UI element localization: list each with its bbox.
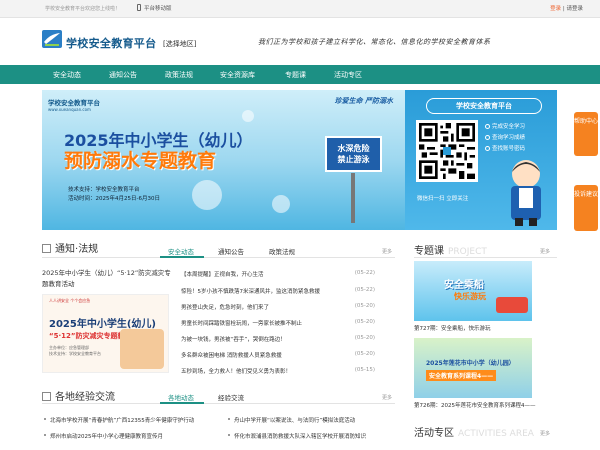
list-item[interactable]: 男孩登山失足，危急时刻，他们来了 (05-20) [181, 303, 375, 313]
boat-illustration [496, 297, 528, 313]
sign-post [351, 173, 355, 223]
notice-headline[interactable]: 2025年中小学生（幼儿）“5·12”防灾减灾专题教育活动 [42, 268, 172, 290]
logo-icon[interactable] [42, 30, 62, 48]
topic-caption[interactable]: 第727期：安全乘船，快乐游玩 [414, 324, 491, 332]
check-icon [485, 124, 490, 129]
main-nav: 安全动态 通知公告 政策法规 安全资源库 专题课 活动专区 [0, 65, 600, 84]
auth-links: 登录 | 请登录 [550, 4, 583, 12]
notice-section-title: 通知·法规 [42, 240, 98, 255]
hero-banner[interactable]: 学校安全教育平台 www.xueanquan.com 珍爱生命 严防溺水 2025… [42, 90, 405, 230]
tab-experience[interactable]: 经验交流 [218, 392, 244, 402]
activity-section-title: 活动专区 ACTIVITIES AREA [414, 428, 534, 439]
tab-notices[interactable]: 通知公告 [218, 246, 244, 256]
help-center-tab[interactable]: 帮助中心 [574, 112, 598, 156]
nav-activities[interactable]: 活动专区 [334, 70, 362, 80]
list-item[interactable]: 北海市学校开展“青春护航”广西12355青少年健康守护行动 [44, 416, 194, 424]
card-subtitle: 安全教育系列课程4—— [426, 370, 497, 381]
banner-slogan: 珍爱生命 严防溺水 [334, 97, 393, 105]
check-icon [485, 135, 490, 140]
wechat-panel: 学校安全教育平台 完成安全学习 查询学习成绩 查找账号密码 微信扫一扫 立即关注 [405, 90, 557, 230]
list-item[interactable]: 多名群众被困电梯 消防救援人员紧急救援 (05-20) [181, 351, 375, 361]
feature-item: 查找账号密码 [485, 144, 525, 155]
divider [414, 257, 557, 258]
list-item[interactable]: 郑州市启动2025年中小学心理健康教育宣传月 [44, 432, 163, 440]
phone-icon [137, 4, 141, 11]
nav-safety-news[interactable]: 安全动态 [53, 70, 81, 80]
warning-sign: 水深危险 禁止游泳 [325, 136, 382, 172]
active-tab-underline [160, 256, 204, 258]
exchange-icon [42, 392, 51, 401]
bullet [44, 434, 46, 436]
notice-icon [42, 244, 51, 253]
poster-title: 2025年中小学生(幼儿) [49, 319, 156, 330]
nav-resources[interactable]: 安全资源库 [220, 70, 255, 80]
bullet [228, 434, 230, 436]
tab-safety-news[interactable]: 安全动态 [168, 246, 194, 256]
separator: | [562, 6, 565, 12]
scan-hint: 微信扫一扫 立即关注 [417, 196, 469, 202]
login-link[interactable]: 登录 [550, 6, 561, 12]
tab-policies[interactable]: 政策法规 [269, 246, 295, 256]
bubble-decoration [272, 195, 290, 213]
list-item[interactable]: 舟山中学开展“以案说法、与法同行”模拟法庭活动 [228, 416, 355, 424]
card-subtitle: 快乐游玩 [454, 292, 486, 301]
nav-topics[interactable]: 专题课 [285, 70, 306, 80]
bullet [44, 418, 46, 420]
notice-more-link[interactable]: 更多 [382, 248, 392, 255]
banner-logo: 学校安全教育平台 www.xueanquan.com [48, 99, 100, 112]
exchange-section-title: 各地经验交流 [42, 388, 115, 403]
card-title: 2025年莲花市中小学（幼儿园） [426, 360, 515, 367]
register-link[interactable]: 请登录 [566, 6, 583, 12]
exchange-more-link[interactable]: 更多 [382, 394, 392, 401]
qr-code [416, 120, 478, 182]
mobile-version-link[interactable]: 平台移动版 [137, 4, 172, 12]
check-icon [485, 146, 490, 151]
feature-item: 完成安全学习 [485, 122, 525, 133]
banner-subtitle: 预防溺水专题教育 [64, 150, 217, 172]
feature-item: 查询学习成绩 [485, 133, 525, 144]
header-slogan: 我们正为学校和孩子建立科学化、常态化、信息化的学校安全教育体系 [258, 38, 491, 46]
poster-details: 主办单位：应急管理部 技术支持：学校安全教育平台 [49, 345, 101, 356]
panel-title: 学校安全教育平台 [426, 98, 542, 114]
list-item[interactable]: 男童长时间踩踏铁窗栓玩闹，一旁家长被推不制止 (05-20) [181, 319, 375, 329]
activity-more-link[interactable]: 更多 [540, 430, 550, 437]
topic-caption[interactable]: 第726期：2025年莲花市安全教育系列课程4—— [414, 401, 536, 409]
active-tab-underline [160, 402, 204, 404]
bubble-decoration [192, 180, 222, 210]
nav-policies[interactable]: 政策法规 [165, 70, 193, 80]
mascot-illustration [511, 160, 541, 226]
card-title: 安全乘船 [444, 280, 484, 291]
feedback-tab[interactable]: 投诉建议 [574, 185, 598, 231]
list-item[interactable]: 五秒到场，全力救人！他们受见义勇为表彰！ (05-15) [181, 367, 375, 377]
poster-illustration [120, 329, 164, 369]
site-logo-text[interactable]: 学校安全教育平台 [66, 35, 156, 51]
notice-poster[interactable]: 人人讲安全 个个会应急 2025年中小学生(幼儿) “5·12”防灾减灾专题教育… [42, 294, 169, 373]
banner-info: 技术支持：学校安全教育平台 活动时间：2025年4月25日-6月30日 [68, 187, 160, 202]
feature-list: 完成安全学习 查询学习成绩 查找账号密码 [485, 122, 525, 155]
bullet [228, 418, 230, 420]
list-item[interactable]: 【本周提醒】正视自我，开心生活 (05-22) [181, 270, 375, 280]
poster-tagline: 人人讲安全 个个会应急 [49, 298, 91, 303]
topic-section-title: 专题课 PROJECT [414, 246, 487, 257]
top-bar: 学校安全教育平台欢迎您上线啦！ 平台移动版 登录 | 请登录 [0, 0, 600, 18]
bubble-decoration [242, 110, 254, 122]
welcome-text: 学校安全教育平台欢迎您上线啦！ [45, 6, 121, 12]
divider [42, 403, 395, 404]
topic-card-2[interactable]: 2025年莲花市中小学（幼儿园） 安全教育系列课程4—— [414, 338, 532, 398]
region-selector[interactable]: [选择地区] [163, 39, 196, 49]
tab-local-news[interactable]: 各地动态 [168, 392, 194, 402]
topic-card-1[interactable]: 安全乘船 快乐游玩 [414, 261, 532, 321]
nav-notices[interactable]: 通知公告 [109, 70, 137, 80]
list-item[interactable]: 怀化市溆浦县消防救援大队深入辖区学校开展消防知识 [228, 432, 366, 440]
list-item[interactable]: 为被一块钱，男孩被“吞手”，哭倒在路边！ (05-20) [181, 335, 375, 345]
divider [42, 257, 395, 258]
list-item[interactable]: 惊险！5岁小孩不慎跌落7米深通风井，监这消防紧急救援 (05-22) [181, 287, 375, 297]
topic-more-link[interactable]: 更多 [540, 248, 550, 255]
